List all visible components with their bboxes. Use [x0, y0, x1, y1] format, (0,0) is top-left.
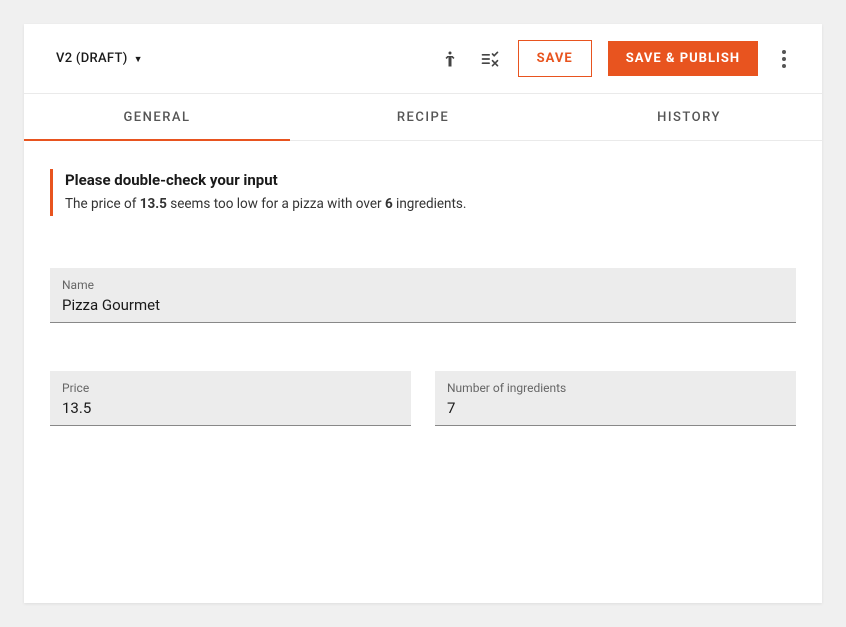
- editor-card: V2 (DRAFT) ▼ SAVE SA: [24, 24, 822, 603]
- price-field[interactable]: Price 13.5: [50, 371, 411, 426]
- price-value: 13.5: [62, 399, 399, 417]
- tab-recipe[interactable]: RECIPE: [290, 94, 556, 140]
- chevron-down-icon: ▼: [134, 54, 143, 65]
- field-row-name: Name Pizza Gourmet: [50, 268, 796, 323]
- tabs: GENERAL RECIPE HISTORY: [24, 93, 822, 141]
- name-label: Name: [62, 278, 784, 292]
- validation-alert: Please double-check your input The price…: [50, 169, 796, 216]
- field-row-price-ingredients: Price 13.5 Number of ingredients 7: [50, 371, 796, 426]
- ingredients-value: 7: [447, 399, 784, 417]
- tab-content: Please double-check your input The price…: [24, 141, 822, 454]
- name-field[interactable]: Name Pizza Gourmet: [50, 268, 796, 323]
- header-actions: SAVE SAVE & PUBLISH: [438, 40, 794, 77]
- tab-general[interactable]: GENERAL: [24, 94, 290, 140]
- save-button[interactable]: SAVE: [518, 40, 592, 77]
- ingredients-field[interactable]: Number of ingredients 7: [435, 371, 796, 426]
- more-menu-button[interactable]: [774, 46, 794, 72]
- version-label: V2 (DRAFT): [56, 51, 128, 66]
- price-label: Price: [62, 381, 399, 395]
- alert-title: Please double-check your input: [65, 171, 796, 189]
- alert-body: The price of 13.5 seems too low for a pi…: [65, 195, 796, 214]
- header: V2 (DRAFT) ▼ SAVE SA: [24, 24, 822, 93]
- name-value: Pizza Gourmet: [62, 296, 784, 314]
- rules-icon[interactable]: [478, 47, 502, 71]
- accessibility-icon[interactable]: [438, 47, 462, 71]
- ingredients-label: Number of ingredients: [447, 381, 784, 395]
- tab-history[interactable]: HISTORY: [556, 94, 822, 140]
- save-publish-button[interactable]: SAVE & PUBLISH: [608, 41, 758, 76]
- version-selector[interactable]: V2 (DRAFT) ▼: [56, 51, 143, 66]
